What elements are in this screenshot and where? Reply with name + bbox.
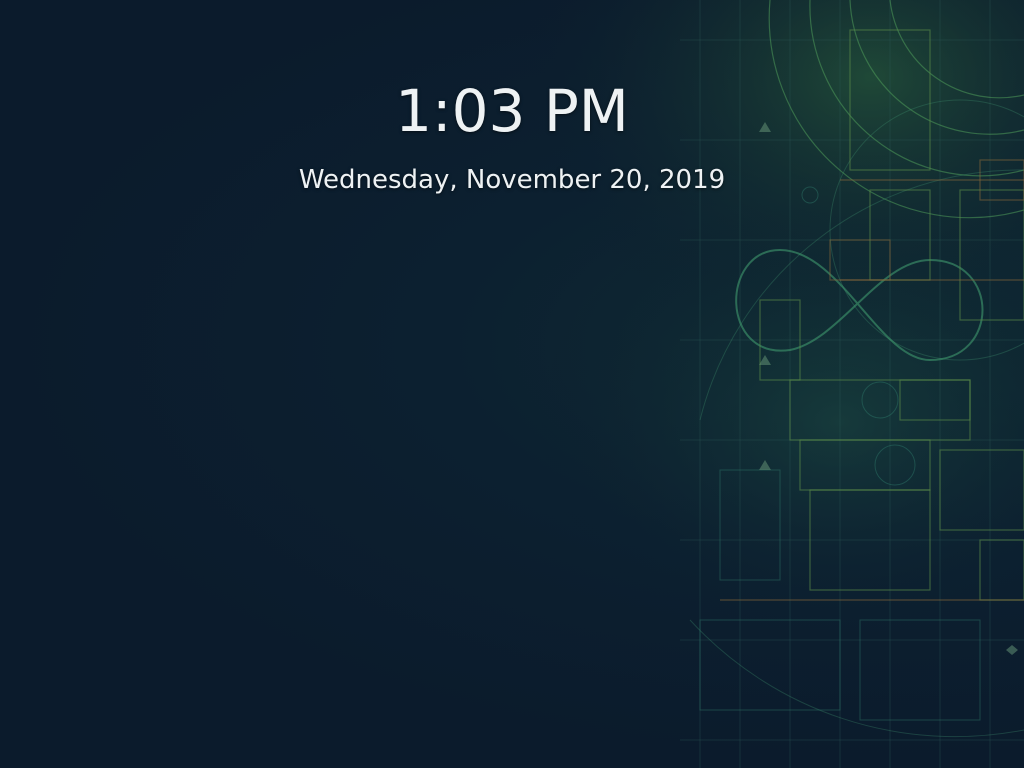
clock-block: 1:03 PM Wednesday, November 20, 2019 [0, 72, 1024, 198]
lock-screen[interactable]: 1:03 PM Wednesday, November 20, 2019 [0, 0, 1024, 768]
clock-time: 1:03 PM [395, 77, 629, 145]
clock-date: Wednesday, November 20, 2019 [298, 165, 726, 195]
